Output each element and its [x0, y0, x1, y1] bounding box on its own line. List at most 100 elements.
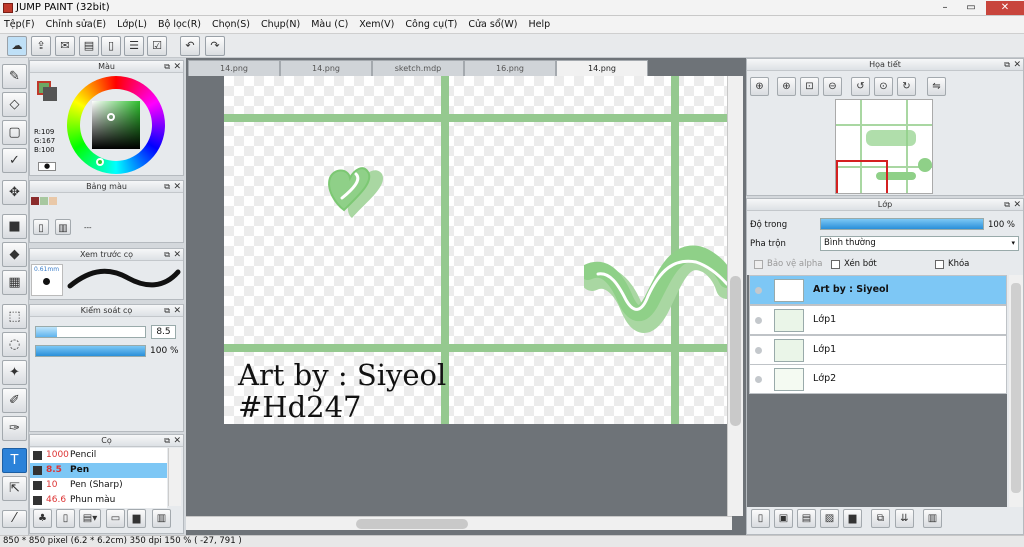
brush-delete-icon[interactable]: ▥ [152, 509, 171, 528]
new-halftone-layer-icon[interactable]: ▣ [774, 509, 793, 528]
canvas-vertical-scrollbar[interactable] [727, 76, 743, 516]
text-tool-icon[interactable]: T [2, 448, 27, 473]
reset-view-icon[interactable]: ⊙ [874, 77, 893, 96]
new-8bit-layer-icon[interactable]: ▨ [820, 509, 839, 528]
select-eraser-tool-icon[interactable]: ✑ [2, 416, 27, 441]
palette-swatch[interactable] [31, 197, 39, 205]
minimize-button[interactable]: – [934, 1, 956, 15]
tab-document[interactable]: 14.png [280, 60, 372, 76]
menu-window[interactable]: Cửa sổ(W) [468, 19, 517, 30]
pin-icon[interactable]: ⧉ [1004, 59, 1010, 71]
eraser-tool-icon[interactable]: ◇ [2, 92, 27, 117]
menu-capture[interactable]: Chụp(N) [261, 19, 300, 30]
brush-size-value[interactable]: 8.5 [151, 325, 176, 339]
cloud-icon[interactable]: ☁ [7, 36, 27, 56]
layer-row[interactable]: Lớp2 [749, 364, 1007, 394]
brush-menu-icon[interactable]: ▤▾ [79, 509, 101, 528]
sub-color-swatch[interactable] [43, 87, 57, 101]
zoom-in-icon[interactable]: ⊕ [777, 77, 796, 96]
close-button[interactable]: ✕ [986, 1, 1024, 15]
palette-swatch[interactable] [40, 197, 48, 205]
merge-down-icon[interactable]: ⇊ [895, 509, 914, 528]
rotate-left-icon[interactable]: ↺ [851, 77, 870, 96]
zoom-out-icon[interactable]: ⊖ [823, 77, 842, 96]
fill-rect-tool-icon[interactable]: ■ [2, 214, 27, 239]
lasso-tool-icon[interactable]: ◌ [2, 332, 27, 357]
move-tool-icon[interactable]: ✥ [2, 180, 27, 205]
layer-scroll-thumb[interactable] [1011, 283, 1021, 493]
select-pen-tool-icon[interactable]: ✐ [2, 388, 27, 413]
brush-list-item[interactable]: 46.6 Phun màu [30, 493, 167, 508]
flip-icon[interactable]: ⇋ [927, 77, 946, 96]
protect-alpha-checkbox[interactable] [754, 260, 763, 269]
operation-tool-icon[interactable]: ⇱ [2, 476, 27, 501]
maximize-button[interactable]: ▭ [960, 1, 982, 15]
eyedropper-tool-icon[interactable]: ⁄ [2, 510, 27, 528]
rect-select-tool-icon[interactable]: ▢ [2, 120, 27, 145]
menu-color[interactable]: Màu (C) [311, 19, 348, 30]
list-icon[interactable]: ☰ [124, 36, 144, 56]
new-brush-icon[interactable]: ▯ [56, 509, 75, 528]
tab-document[interactable]: 16.png [464, 60, 556, 76]
visibility-icon[interactable] [755, 287, 762, 294]
close-icon[interactable]: ✕ [173, 181, 181, 193]
pin-icon[interactable]: ⧉ [164, 181, 170, 193]
layer-row[interactable]: Art by : Siyeol [749, 275, 1007, 305]
delete-layer-icon[interactable]: ▥ [923, 509, 942, 528]
brush-tool-icon[interactable]: ✎ [2, 64, 27, 89]
new-folder-icon[interactable]: ▆ [843, 509, 862, 528]
brush-list-scrollbar[interactable] [168, 448, 181, 506]
menu-file[interactable]: Tệp(F) [4, 19, 35, 30]
layer-row[interactable]: Lớp1 [749, 305, 1007, 335]
layer-row[interactable]: Lớp1 [749, 335, 1007, 365]
brush-list-item[interactable]: 1000 Pencil [30, 448, 167, 463]
brush-tree-icon[interactable]: ♣ [33, 509, 52, 528]
document-icon[interactable]: ▯ [101, 36, 121, 56]
share-icon[interactable]: ⇪ [31, 36, 51, 56]
pin-icon[interactable]: ⧉ [164, 305, 170, 317]
tab-document[interactable]: sketch.mdp [372, 60, 464, 76]
visibility-icon[interactable] [755, 317, 762, 324]
close-icon[interactable]: ✕ [173, 435, 181, 447]
menu-help[interactable]: Help [528, 19, 550, 30]
lock-checkbox[interactable] [935, 260, 944, 269]
magic-wand-tool-icon[interactable]: ✦ [2, 360, 27, 385]
brush-folder-icon[interactable]: ▆ [127, 509, 146, 528]
comment-icon[interactable]: ▤ [79, 36, 99, 56]
new-1bit-layer-icon[interactable]: ▤ [797, 509, 816, 528]
fit-window-icon[interactable]: ⊡ [800, 77, 819, 96]
close-icon[interactable]: ✕ [173, 249, 181, 261]
visibility-icon[interactable] [755, 376, 762, 383]
brush-size-slider[interactable] [35, 326, 146, 338]
menu-edit[interactable]: Chỉnh sửa(E) [46, 19, 107, 30]
select-tool-icon[interactable]: ⬚ [2, 304, 27, 329]
bucket-tool-icon[interactable]: ◆ [2, 242, 27, 267]
palette-more[interactable]: --- [84, 224, 92, 232]
eye-icon[interactable]: ● [38, 162, 56, 171]
hue-cursor[interactable] [96, 158, 104, 166]
duplicate-layer-icon[interactable]: ⧉ [871, 509, 890, 528]
delete-palette-icon[interactable]: ▥ [55, 219, 71, 235]
pin-icon[interactable]: ⧉ [164, 61, 170, 73]
undo-icon[interactable]: ↶ [180, 36, 200, 56]
blend-mode-select[interactable]: Bình thường ▾ [820, 236, 1019, 251]
menu-tools[interactable]: Công cụ(T) [405, 19, 457, 30]
navigator-thumbnail[interactable] [835, 99, 933, 194]
clipping-checkbox[interactable] [831, 260, 840, 269]
close-icon[interactable]: ✕ [1013, 59, 1021, 71]
close-icon[interactable]: ✕ [173, 61, 181, 73]
chat-icon[interactable]: ✉ [55, 36, 75, 56]
palette-swatch[interactable] [49, 197, 57, 205]
vscroll-thumb[interactable] [730, 276, 741, 426]
close-icon[interactable]: ✕ [1013, 199, 1021, 211]
menu-select[interactable]: Chọn(S) [212, 19, 250, 30]
zoom-fit-icon[interactable]: ⊕ [750, 77, 769, 96]
brush-list-item[interactable]: 8.5 Pen [30, 463, 167, 478]
brush-doc-icon[interactable]: ▭ [106, 509, 125, 528]
layer-list-scrollbar[interactable] [1009, 275, 1023, 507]
new-palette-icon[interactable]: ▯ [33, 219, 49, 235]
brush-opacity-slider[interactable] [35, 345, 146, 357]
pin-icon[interactable]: ⧉ [164, 435, 170, 447]
menu-layer[interactable]: Lớp(L) [117, 19, 147, 30]
menu-view[interactable]: Xem(V) [359, 19, 394, 30]
